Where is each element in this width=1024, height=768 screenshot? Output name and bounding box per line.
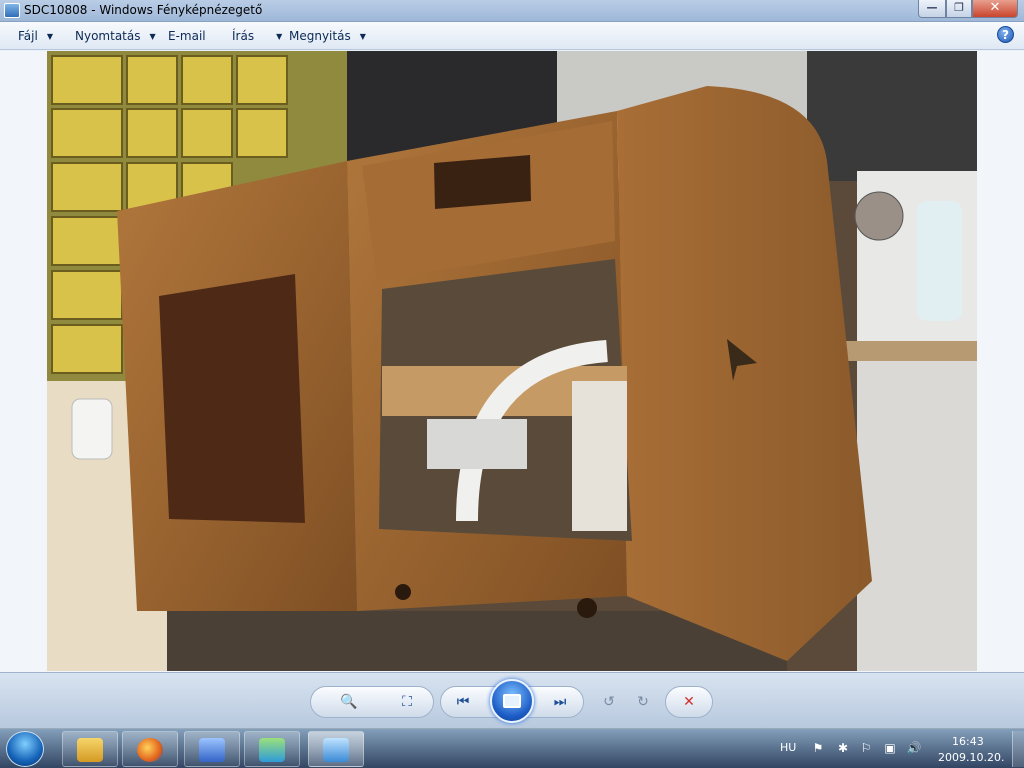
taskbar-photo-viewer[interactable] [308, 731, 364, 767]
restore-button[interactable]: ❐ [946, 0, 972, 18]
fit-to-window-icon[interactable]: ⛶ [396, 692, 418, 712]
rotate-counterclockwise-icon[interactable]: ↺ [598, 692, 620, 712]
photo-wooden-cabinet [47, 51, 977, 671]
clock-time[interactable]: 16:43 [952, 735, 984, 748]
slideshow-button[interactable] [490, 679, 534, 723]
clock-date[interactable]: 2009.10.20. [938, 751, 1004, 764]
volume-icon[interactable]: 🔊 [906, 740, 922, 756]
taskbar-security[interactable] [184, 731, 240, 767]
menu-email[interactable]: E-mail [168, 29, 206, 43]
slideshow-icon [503, 694, 521, 708]
menu-file[interactable]: Fájl ▼ [18, 29, 53, 43]
shield-icon [199, 738, 225, 762]
next-icon[interactable]: ⏭ [549, 692, 571, 712]
chevron-down-icon: ▼ [149, 32, 156, 41]
taskbar: HU ⚑ ✱ ⚐ ▣ 🔊 16:43 2009.10.20. [0, 728, 1024, 768]
menu-open-label: Megnyitás [289, 29, 351, 43]
menu-burn[interactable]: Írás ▼ [232, 29, 282, 43]
viewer-controls-bar: 🔍 ⛶ ⏮ ⏭ ↺ ↻ ✕ [0, 672, 1024, 728]
windows-flag-icon[interactable]: ⚑ [810, 740, 826, 756]
menu-email-label: E-mail [168, 29, 206, 43]
bluetooth-icon[interactable]: ✱ [835, 740, 851, 756]
photo-illustration [47, 51, 977, 671]
photo-viewer-icon [323, 738, 349, 762]
rotate-clockwise-icon[interactable]: ↻ [632, 692, 654, 712]
start-button[interactable] [6, 731, 44, 767]
menu-file-label: Fájl [18, 29, 38, 43]
taskbar-firefox[interactable] [122, 731, 178, 767]
folder-icon [77, 738, 103, 762]
messenger-icon [259, 738, 285, 762]
minimize-button[interactable]: — [918, 0, 946, 18]
chevron-down-icon: ▼ [359, 32, 366, 41]
menu-print-label: Nyomtatás [75, 29, 141, 43]
menu-print[interactable]: Nyomtatás ▼ [75, 29, 156, 43]
previous-icon[interactable]: ⏮ [452, 692, 474, 712]
zoom-icon[interactable]: 🔍 [338, 692, 360, 712]
chevron-down-icon: ▼ [276, 32, 283, 41]
title-bar[interactable]: SDC10808 - Windows Fényképnézegető — ❐ ✕ [0, 0, 1024, 22]
network-icon[interactable]: ▣ [882, 740, 898, 756]
menu-burn-label: Írás [232, 29, 255, 43]
firefox-icon [137, 738, 163, 762]
action-center-icon[interactable]: ⚐ [858, 740, 874, 756]
photo-viewer-app-icon [4, 3, 20, 18]
menu-open[interactable]: Megnyitás ▼ [289, 29, 366, 43]
language-indicator[interactable]: HU [780, 741, 796, 754]
show-desktop-button[interactable] [1012, 731, 1024, 767]
photo-stage [0, 51, 1024, 672]
window-title: SDC10808 - Windows Fényképnézegető [24, 3, 263, 17]
chevron-down-icon: ▼ [46, 32, 53, 41]
taskbar-messenger[interactable] [244, 731, 300, 767]
taskbar-explorer[interactable] [62, 731, 118, 767]
delete-icon[interactable]: ✕ [678, 692, 700, 712]
menu-bar: Fájl ▼ Nyomtatás ▼ E-mail Írás ▼ Megnyitás ▼ [0, 22, 1024, 50]
help-icon[interactable]: ? [997, 26, 1014, 43]
close-button[interactable]: ✕ [972, 0, 1018, 18]
